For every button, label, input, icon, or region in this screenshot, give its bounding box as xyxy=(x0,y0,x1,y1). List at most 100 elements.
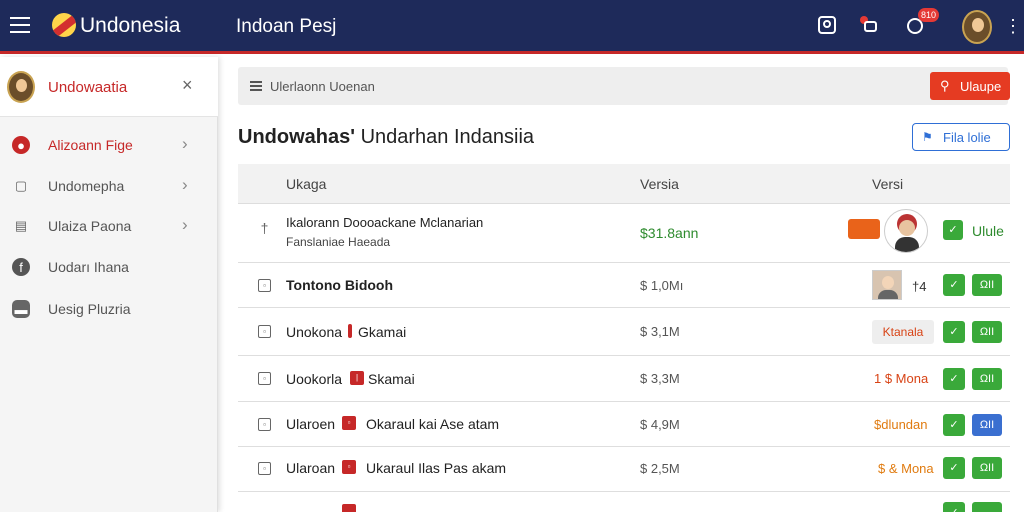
row-amount: $ 2,5M xyxy=(640,461,680,476)
row-name-secondary: Okaraul kai Ase atam xyxy=(366,416,500,432)
row-doc-icon: ▫ xyxy=(258,462,271,475)
sidebar-item-label: Uodarı Ihana xyxy=(48,259,129,275)
row-doc-icon: ▫ xyxy=(258,279,271,292)
search-icon: ⚲ xyxy=(940,78,950,93)
sidebar-item-2[interactable]: ▢ Undomepha › xyxy=(0,166,218,206)
row-doc-icon: ▫ xyxy=(258,418,271,431)
search-button-label: Ulaupe xyxy=(960,79,1002,94)
brand-name: Undonesia xyxy=(80,14,181,37)
chevron-right-icon: › xyxy=(182,134,188,153)
table-row[interactable]: ▫ Ularoan ▫ Ukaraul Ilas Pas akam $ 2,5M… xyxy=(238,447,1010,492)
check-button[interactable]: ✓ xyxy=(943,274,965,296)
sidebar-item-label: Ulaiza Paona xyxy=(48,218,132,234)
sidebar-item-label: Alizoann Fige xyxy=(48,137,133,153)
row-name: Ularoen xyxy=(286,416,336,432)
sidebar-item-label: Uesig Pluzria xyxy=(48,301,131,317)
row-name-secondary: Ukaraul Ilas Pas akam xyxy=(366,460,507,476)
sidebar-item-5[interactable]: ▬ Uesig Pluzria xyxy=(0,289,218,329)
check-button[interactable]: ✓ xyxy=(943,220,963,240)
sidebar-user-name: Undowaatia xyxy=(48,79,128,96)
page-title: Undowahas' Undarhan Indansiia xyxy=(238,126,535,148)
search-bar[interactable]: Ulerlaonn Uoenan xyxy=(238,67,1008,105)
row-action-button[interactable]: ΩΙΙ xyxy=(972,457,1002,479)
row-name: Uookorla xyxy=(286,371,343,387)
record-icon: ● xyxy=(12,136,30,154)
row-amount: $ 4,9M xyxy=(640,417,680,432)
table-header: Ukaga Versia Versi xyxy=(238,164,1010,204)
sidebar-item-1[interactable]: ● Alizoann Fige › xyxy=(0,125,218,165)
column-header[interactable]: Ukaga xyxy=(286,176,326,192)
filter-icon: ⚑ xyxy=(922,130,933,144)
chat-icon: ▬ xyxy=(12,300,30,318)
row-name-secondary: Gkamai xyxy=(358,324,407,340)
dagger-icon: † xyxy=(260,220,269,236)
more-vert-icon[interactable]: ⋮ xyxy=(1004,16,1022,37)
check-button[interactable]: ✓ xyxy=(943,457,965,479)
row-flag-icon: ▫ xyxy=(342,460,356,474)
row-flag-icon xyxy=(348,324,352,338)
square-icon: ▢ xyxy=(14,178,28,193)
table-row[interactable]: ▫ Tontono Bidooh $ 1,0Mı †4 ✓ ΩΙΙ xyxy=(238,263,1010,308)
search-button[interactable]: ⚲ Ulaupe xyxy=(930,72,1010,100)
notification-badge: 810 xyxy=(918,8,940,22)
row-action-button[interactable]: ΩΙΙ xyxy=(972,321,1002,343)
column-header[interactable]: Versia xyxy=(640,176,679,192)
user-avatar[interactable] xyxy=(962,10,992,44)
row-name: Tontono Bidooh xyxy=(286,277,394,293)
row-amount: $ 1,0Mı xyxy=(640,278,684,293)
check-button[interactable]: ✓ xyxy=(943,321,965,343)
table-row[interactable]: † Ikalorann Doooackane Mclanarian Fansla… xyxy=(238,205,1010,263)
filter-button[interactable]: ⚑ Fila lolie xyxy=(912,123,1010,151)
cart-icon[interactable] xyxy=(858,14,880,36)
check-button[interactable]: ✓ xyxy=(943,502,965,512)
sidebar-item-label: Undomepha xyxy=(48,178,125,194)
sidebar-avatar xyxy=(7,71,35,103)
filter-button-label: Fila lolie xyxy=(943,130,991,145)
row-status: 1 $ Mona xyxy=(874,371,929,386)
table-row[interactable]: ▫ Ularoen ▫ Okaraul kai Ase atam $ 4,9M … xyxy=(238,402,1010,447)
row-name: Ularoan xyxy=(286,460,336,476)
row-action-button[interactable]: ΩΙΙ xyxy=(972,274,1002,296)
check-button[interactable]: ✓ xyxy=(943,414,965,436)
brand-logo-icon xyxy=(52,13,76,37)
row-amount: $ 3,3M xyxy=(640,371,680,386)
row-avatar xyxy=(884,209,928,253)
row-action-button[interactable]: ΩΙΙ xyxy=(972,368,1002,390)
search-input[interactable]: Ulerlaonn Uoenan xyxy=(270,79,375,94)
row-doc-icon: ▫ xyxy=(258,325,271,338)
row-flag-icon: ▫ xyxy=(342,416,356,430)
sidebar-item-3[interactable]: ▤ Ulaiza Paona › xyxy=(0,206,218,246)
table-row[interactable]: ✓ xyxy=(238,492,1010,512)
file-icon: ▤ xyxy=(14,218,28,233)
row-action-button[interactable]: ΩΙΙ xyxy=(972,414,1002,436)
close-icon[interactable]: × xyxy=(182,75,193,96)
page-title-bold: Undowahas xyxy=(238,126,351,148)
sidebar-item-4[interactable]: f Uodarı Ihana xyxy=(0,247,218,287)
row-name: Ikalorann Doooackane Mclanarian xyxy=(286,215,484,230)
chevron-right-icon: › xyxy=(182,215,188,234)
page-title-rest: Undarhan Indansiia xyxy=(360,126,535,148)
status-badge xyxy=(848,219,880,239)
column-header[interactable]: Versi xyxy=(872,176,903,192)
row-action-label: Ulule xyxy=(972,223,1004,239)
sidebar: Undowaatia × ● Alizoann Fige › ▢ Undomep… xyxy=(0,57,218,512)
row-name: Unokona xyxy=(286,324,343,340)
scan-icon[interactable] xyxy=(816,14,838,36)
row-doc-icon: ▫ xyxy=(258,372,271,385)
row-subtitle: Fanslaniae Haeada xyxy=(286,235,391,249)
row-status: $ & Mona xyxy=(878,461,934,476)
row-action-button[interactable] xyxy=(972,502,1002,512)
table-row[interactable]: ▫ Uookorla | Skamai $ 3,3M 1 $ Mona ✓ ΩΙ… xyxy=(238,356,1010,402)
row-flag-icon: | xyxy=(350,371,364,385)
check-button[interactable]: ✓ xyxy=(943,368,965,390)
page-heading: Indoan Pesj xyxy=(236,16,337,37)
hamburger-menu-icon[interactable] xyxy=(10,17,30,33)
list-icon xyxy=(250,81,262,91)
row-thumbnail xyxy=(872,270,902,300)
row-status: $dlundan xyxy=(874,417,928,432)
table-row[interactable]: ▫ Unokona Gkamai $ 3,1M Ktanala ✓ ΩΙΙ xyxy=(238,308,1010,356)
status-badge: Ktanala xyxy=(872,320,934,344)
row-status: †4 xyxy=(912,279,927,294)
row-name-secondary: Skamai xyxy=(368,371,415,387)
top-app-bar: Undonesia Indoan Pesj 810 ⋮ xyxy=(0,0,1024,54)
